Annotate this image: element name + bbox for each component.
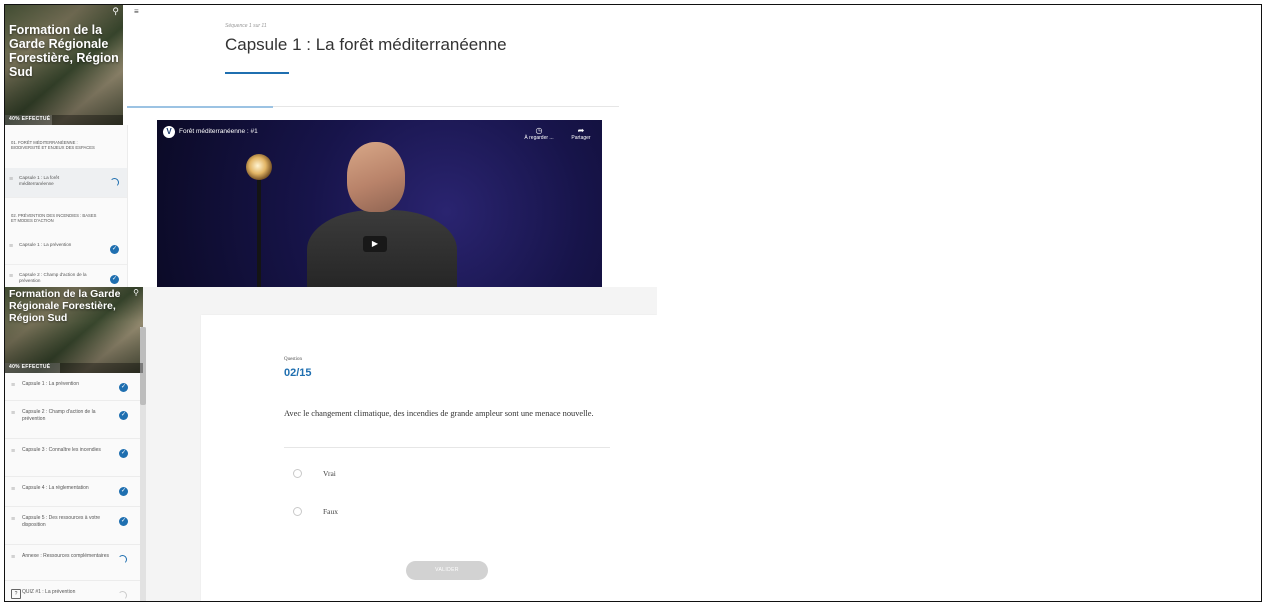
- video-player[interactable]: V Forêt méditerranéenne : #1 ◷ À regarde…: [157, 120, 602, 287]
- list-lines-icon: ≡: [11, 410, 16, 417]
- sidebar-item-label: QUIZ #1 : La prévention: [22, 589, 76, 595]
- list-lines-icon: ≡: [9, 176, 14, 183]
- course-sidebar: ≡ Capsule 1 : La prévention ✓ ≡ Capsule …: [5, 373, 141, 601]
- course-title: Formation de la Garde Régionale Forestiè…: [9, 288, 121, 324]
- sidebar-item-annexe[interactable]: ≡ Annexe : Ressources complémentaires: [5, 545, 140, 581]
- list-lines-icon: ≡: [11, 486, 16, 493]
- course-hero: Formation de la Garde Régionale Forestiè…: [5, 5, 123, 125]
- section-divider-accent: [127, 106, 273, 108]
- sidebar-item-label: Capsule 1 : La forêt méditerranéenne: [19, 175, 60, 186]
- sidebar-item-label: Capsule 4 : La réglementation: [22, 485, 89, 491]
- check-circle-icon: ✓: [119, 383, 128, 392]
- sidebar-section-label: 02. PRÉVENTION DES INCENDIES : BASES ET …: [11, 213, 97, 223]
- quiz-card: Question 02/15 Avec le changement climat…: [201, 315, 657, 601]
- lamp-stand: [257, 180, 261, 287]
- progress-spinner-icon: [118, 555, 127, 564]
- sidebar-item-label: Annexe : Ressources complémentaires: [22, 553, 109, 559]
- lesson-screen: Formation de la Garde Régionale Forestiè…: [5, 5, 655, 287]
- presenter-head: [347, 142, 405, 212]
- list-lines-icon: ≡: [11, 516, 16, 523]
- blank-area: [660, 5, 1262, 601]
- course-title: Formation de la Garde Régionale Forestiè…: [9, 23, 119, 79]
- sidebar-item-label: Capsule 5 : Des ressources à votre dispo…: [22, 515, 101, 528]
- course-progress-label: 40% EFFECTUÉ: [9, 364, 51, 370]
- progress-spinner-icon: [110, 178, 119, 187]
- not-started-icon: [118, 591, 127, 600]
- course-progress: 40% EFFECTUÉ: [5, 363, 143, 373]
- question-divider: [284, 447, 610, 448]
- check-circle-icon: ✓: [119, 517, 128, 526]
- share-button[interactable]: ➦ Partager: [563, 126, 599, 141]
- sidebar-item-label: Capsule 3 : Connaître les incendies: [22, 447, 101, 453]
- share-arrow-icon: ➦: [577, 126, 585, 135]
- sidebar-section-label: 01. FORÊT MÉDITERRANÉENNE : BIODIVERSITÉ…: [11, 140, 95, 150]
- page-title: Capsule 1 : La forêt méditerranéenne: [225, 35, 507, 54]
- lesson-content: Séquence 1 sur 11 Capsule 1 : La forêt m…: [127, 5, 655, 287]
- course-hero: Formation de la Garde Régionale Forestiè…: [5, 287, 143, 373]
- course-sidebar: 01. FORÊT MÉDITERRANÉENNE : BIODIVERSITÉ…: [5, 125, 128, 287]
- search-icon[interactable]: ⚲: [112, 6, 119, 17]
- sequence-label: Séquence 1 sur 11: [225, 23, 267, 29]
- sidebar-item-capsule-2[interactable]: ≡ Capsule 2 : Champ d'action de la préve…: [5, 265, 127, 287]
- sidebar-item-capsule-1-foret[interactable]: ≡ Capsule 1 : La forêt méditerranéenne: [5, 168, 127, 198]
- quiz-icon: ?: [11, 589, 21, 599]
- check-circle-icon: ✓: [110, 245, 119, 254]
- list-lines-icon: ≡: [9, 273, 14, 280]
- sidebar-item-label: Capsule 1 : La prévention: [19, 242, 72, 247]
- sidebar-item-label: Capsule 1 : La prévention: [22, 381, 79, 387]
- sidebar-item-capsule-3[interactable]: ≡ Capsule 3 : Connaître les incendies ✓: [5, 439, 140, 477]
- share-label: Partager: [571, 135, 591, 141]
- question-number: 02/15: [284, 367, 312, 379]
- sidebar-item-label: Capsule 2 : Champ d'action de la prévent…: [19, 272, 87, 283]
- sidebar-item-capsule-1-prevention[interactable]: ≡ Capsule 1 : La prévention ✓: [5, 373, 140, 401]
- list-lines-icon: ≡: [11, 554, 16, 561]
- sidebar-item-quiz-1[interactable]: ? QUIZ #1 : La prévention: [5, 581, 140, 601]
- list-lines-icon: ≡: [9, 243, 14, 250]
- list-lines-icon: ≡: [11, 382, 16, 389]
- list-lines-icon: ≡: [11, 448, 16, 455]
- sidebar-section-02[interactable]: 02. PRÉVENTION DES INCENDIES : BASES ET …: [11, 213, 97, 223]
- sidebar-item-label: Capsule 2 : Champ d'action de la prévent…: [22, 409, 96, 422]
- vimeo-logo-icon[interactable]: V: [163, 126, 175, 138]
- validate-button[interactable]: VALIDER: [406, 561, 488, 580]
- watch-later-label: À regarder ...: [524, 135, 554, 141]
- answer-label: Vrai: [323, 469, 336, 478]
- course-progress-label: 40% EFFECTUÉ: [9, 116, 51, 122]
- play-icon: ▶: [371, 239, 379, 248]
- radio-button[interactable]: [293, 469, 302, 478]
- quiz-screen: Formation de la Garde Régionale Forestiè…: [5, 287, 657, 601]
- check-circle-icon: ✓: [119, 411, 128, 420]
- sidebar-item-capsule-1-prevention[interactable]: ≡ Capsule 1 : La prévention ✓: [5, 235, 127, 265]
- question-label: Question: [284, 357, 303, 362]
- title-underline: [225, 72, 289, 74]
- question-text: Avec le changement climatique, des incen…: [284, 409, 594, 418]
- sidebar-item-capsule-2[interactable]: ≡ Capsule 2 : Champ d'action de la préve…: [5, 401, 140, 439]
- search-icon[interactable]: ⚲: [133, 288, 139, 297]
- check-circle-icon: ✓: [119, 449, 128, 458]
- sidebar-section-01[interactable]: 01. FORÊT MÉDITERRANÉENNE : BIODIVERSITÉ…: [11, 140, 97, 150]
- check-circle-icon: ✓: [110, 275, 119, 284]
- check-circle-icon: ✓: [119, 487, 128, 496]
- course-progress: 40% EFFECTUÉ: [5, 115, 123, 125]
- sidebar-item-capsule-4[interactable]: ≡ Capsule 4 : La réglementation ✓: [5, 477, 140, 507]
- answer-label: Faux: [323, 507, 338, 516]
- play-button[interactable]: ▶: [363, 236, 387, 252]
- clock-icon: ◷: [535, 126, 543, 135]
- lamp-image: [246, 154, 272, 180]
- sidebar-item-capsule-5[interactable]: ≡ Capsule 5 : Des ressources à votre dis…: [5, 507, 140, 545]
- watch-later-button[interactable]: ◷ À regarder ...: [521, 126, 557, 141]
- video-title[interactable]: Forêt méditerranéenne : #1: [179, 128, 258, 135]
- radio-button[interactable]: [293, 507, 302, 516]
